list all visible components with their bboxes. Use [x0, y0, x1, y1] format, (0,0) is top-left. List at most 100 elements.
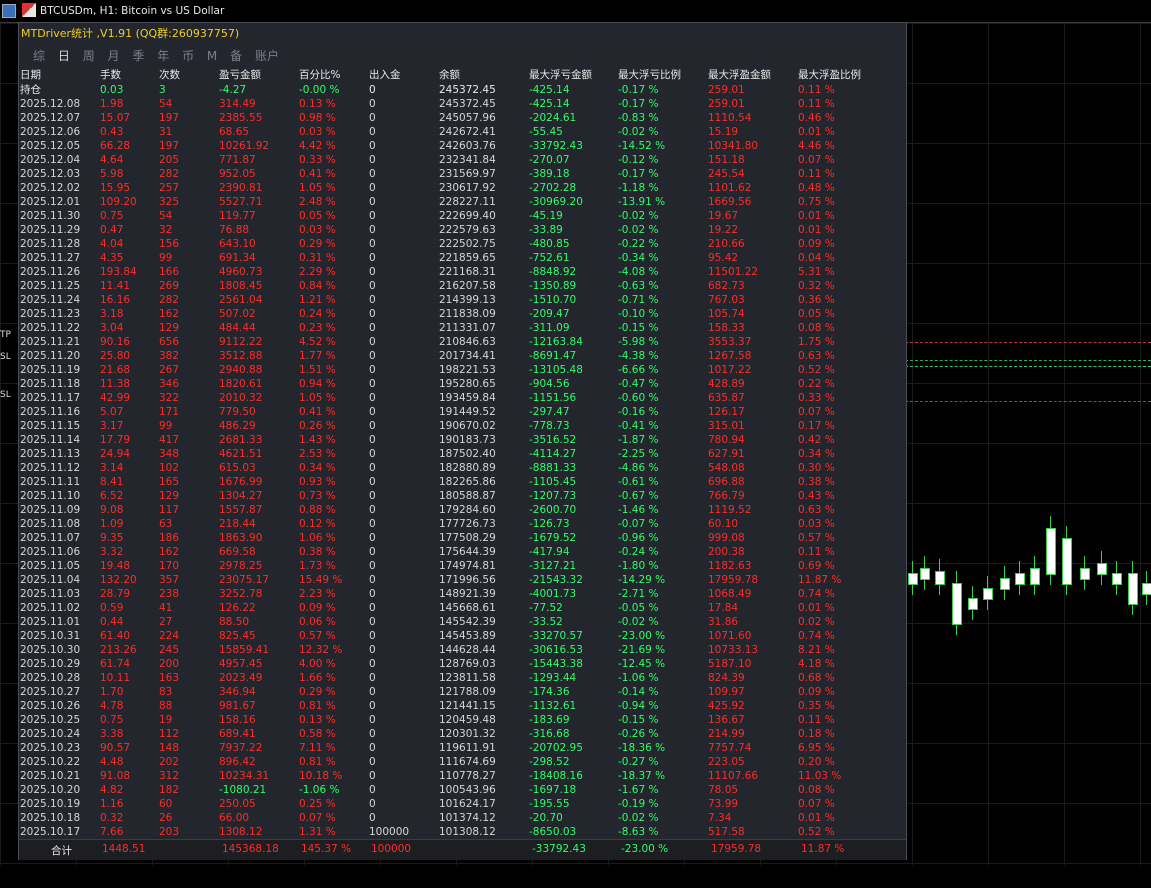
table-row[interactable]: 2025.10.31 61.40 224 825.45 0.57 % 0 145453.89… — [20, 629, 888, 643]
table-row[interactable]: 2025.12.01 109.20 325 5527.71 2.48 % 0 228227.… — [20, 195, 888, 209]
table-row[interactable]: 2025.10.20 4.82 182 -1080.21 -1.06 % 0 100543.… — [20, 783, 888, 797]
tab-quarterly[interactable]: 季 — [132, 47, 144, 64]
table-row[interactable]: 2025.11.27 4.35 99 691.34 0.31 % 0 221859.65 -7… — [20, 251, 888, 265]
holding-row[interactable]: 持仓 0.03 3 -4.27 -0.00 % 0 245372.45 -425.14 -0.1… — [20, 83, 888, 97]
cell-max-float-loss-pct: -0.17 % — [618, 84, 659, 96]
price-level-line[interactable] — [905, 360, 1151, 361]
table-row[interactable]: 2025.12.06 0.43 31 68.65 0.03 % 0 242672.41 -55… — [20, 125, 888, 139]
cell-profit: 15859.41 — [219, 644, 270, 656]
table-row[interactable]: 2025.11.26 193.84 166 4960.73 2.29 % 0 221168.… — [20, 265, 888, 279]
cell-max-float-loss: -30616.53 — [529, 644, 583, 656]
table-row[interactable]: 2025.11.06 3.32 162 669.58 0.38 % 0 175644.39 -… — [20, 545, 888, 559]
cell-max-float-profit-pct: 0.01 % — [798, 224, 835, 236]
table-row[interactable]: 2025.11.29 0.47 32 76.88 0.03 % 0 222579.63 -33… — [20, 223, 888, 237]
tab-symbol[interactable]: 币 — [182, 47, 194, 64]
cell-lots: 91.08 — [100, 770, 131, 782]
table-row[interactable]: 2025.10.17 7.66 203 1308.12 1.31 % 100000 1013… — [20, 825, 888, 839]
table-row[interactable]: 2025.11.02 0.59 41 126.22 0.09 % 0 145668.61 -7… — [20, 601, 888, 615]
cell-max-float-loss-pct: -1.46 % — [618, 504, 659, 516]
cell-date: 2025.10.19 — [20, 798, 81, 810]
cell-lots: 16.16 — [100, 294, 131, 306]
cell-max-float-loss-pct: -0.34 % — [618, 252, 659, 264]
tab-monthly[interactable]: 月 — [108, 47, 120, 64]
table-row[interactable]: 2025.12.04 4.64 205 771.87 0.33 % 0 232341.84 -… — [20, 153, 888, 167]
cell-date: 2025.11.17 — [20, 392, 81, 404]
table-row[interactable]: 2025.12.07 15.07 197 2385.55 0.98 % 0 245057.9… — [20, 111, 888, 125]
table-row[interactable]: 2025.11.04 132.20 357 23075.17 15.49 % 0 17199… — [20, 573, 888, 587]
table-row[interactable]: 2025.12.02 15.95 257 2390.81 1.05 % 0 230617.9… — [20, 181, 888, 195]
table-row[interactable]: 2025.11.07 9.35 186 1863.90 1.06 % 0 177508.29… — [20, 531, 888, 545]
col-max-float-profit[interactable]: 最大浮盈金额 — [708, 67, 798, 83]
table-row[interactable]: 2025.11.30 0.75 54 119.77 0.05 % 0 222699.40 -4… — [20, 209, 888, 223]
table-row[interactable]: 2025.11.01 0.44 27 88.50 0.06 % 0 145542.39 -33… — [20, 615, 888, 629]
tab-overview[interactable]: 综 — [33, 47, 45, 64]
table-row[interactable]: 2025.10.21 91.08 312 10234.31 10.18 % 0 110778… — [20, 769, 888, 783]
table-row[interactable]: 2025.12.03 5.98 282 952.05 0.41 % 0 231569.97 -… — [20, 167, 888, 181]
table-row[interactable]: 2025.10.23 90.57 148 7937.22 7.11 % 0 119611.9… — [20, 741, 888, 755]
table-row[interactable]: 2025.11.12 3.14 102 615.03 0.34 % 0 182880.89 -… — [20, 461, 888, 475]
tab-magic[interactable]: M — [207, 49, 217, 63]
table-row[interactable]: 2025.11.15 3.17 99 486.29 0.26 % 0 190670.02 -7… — [20, 419, 888, 433]
cell-date: 2025.11.12 — [20, 462, 81, 474]
col-deposit[interactable]: 出入金 — [369, 67, 439, 83]
table-row[interactable]: 2025.11.22 3.04 129 484.44 0.23 % 0 211331.07 -… — [20, 321, 888, 335]
table-row[interactable]: 2025.10.19 1.16 60 250.05 0.25 % 0 101624.17 -1… — [20, 797, 888, 811]
table-row[interactable]: 2025.12.05 66.28 197 10261.92 4.42 % 0 242603.… — [20, 139, 888, 153]
table-row[interactable]: 2025.10.29 61.74 200 4957.45 4.00 % 0 128769.0… — [20, 657, 888, 671]
col-max-float-profit-pct[interactable]: 最大浮盈比例 — [798, 67, 888, 83]
tab-yearly[interactable]: 年 — [157, 47, 169, 64]
col-balance[interactable]: 余额 — [439, 67, 529, 83]
table-row[interactable]: 2025.11.17 42.99 322 2010.32 1.05 % 0 193459.8… — [20, 391, 888, 405]
table-row[interactable]: 2025.11.10 6.52 129 1304.27 0.73 % 0 180588.87… — [20, 489, 888, 503]
table-row[interactable]: 2025.11.21 90.16 656 9112.22 4.52 % 0 210846.6… — [20, 335, 888, 349]
table-row[interactable]: 2025.11.19 21.68 267 2940.88 1.51 % 0 198221.5… — [20, 363, 888, 377]
col-date[interactable]: 日期 — [20, 67, 100, 83]
price-level-line[interactable] — [905, 366, 1151, 367]
table-row[interactable]: 2025.11.03 28.79 238 3252.78 2.23 % 0 148921.3… — [20, 587, 888, 601]
cell-lots: 1.16 — [100, 798, 124, 810]
col-max-float-loss[interactable]: 最大浮亏金额 — [529, 67, 618, 83]
sl-level-line[interactable] — [905, 401, 1151, 402]
table-row[interactable]: 2025.11.24 16.16 282 2561.04 1.21 % 0 214399.1… — [20, 293, 888, 307]
table-row[interactable]: 2025.10.28 10.11 163 2023.49 1.66 % 0 123811.5… — [20, 671, 888, 685]
table-row[interactable]: 2025.11.05 19.48 170 2978.25 1.73 % 0 174974.8… — [20, 559, 888, 573]
table-row[interactable]: 2025.12.08 1.98 54 314.49 0.13 % 0 245372.45 -4… — [20, 97, 888, 111]
table-row[interactable]: 2025.10.30 213.26 245 15859.41 12.32 % 0 14462… — [20, 643, 888, 657]
table-row[interactable]: 2025.11.25 11.41 269 1808.45 0.84 % 0 216207.5… — [20, 279, 888, 293]
cell-date: 2025.11.10 — [20, 490, 81, 502]
cell-max-float-profit-pct: 0.69 % — [798, 560, 835, 572]
table-row[interactable]: 2025.11.08 1.09 63 218.44 0.12 % 0 177726.73 -1… — [20, 517, 888, 531]
table-row[interactable]: 2025.11.14 17.79 417 2681.33 1.43 % 0 190183.7… — [20, 433, 888, 447]
table-row[interactable]: 2025.11.23 3.18 162 507.02 0.24 % 0 211838.09 -… — [20, 307, 888, 321]
tp-level-line[interactable] — [905, 342, 1151, 343]
cell-max-float-profit: 999.08 — [708, 532, 745, 544]
table-row[interactable]: 2025.11.13 24.94 348 4621.51 2.53 % 0 187502.4… — [20, 447, 888, 461]
window-menu-icon[interactable] — [2, 4, 16, 18]
col-percent[interactable]: 百分比% — [299, 67, 369, 83]
cell-balance: 145453.89 — [439, 630, 496, 642]
table-row[interactable]: 2025.11.18 11.38 346 1820.61 0.94 % 0 195280.6… — [20, 377, 888, 391]
cell-max-float-profit-pct: 0.02 % — [798, 616, 835, 628]
table-row[interactable]: 2025.10.18 0.32 26 66.00 0.07 % 0 101374.12 -20… — [20, 811, 888, 825]
tab-weekly[interactable]: 周 — [83, 47, 95, 64]
table-row[interactable]: 2025.11.20 25.80 382 3512.88 1.77 % 0 201734.4… — [20, 349, 888, 363]
table-row[interactable]: 2025.11.11 8.41 165 1676.99 0.93 % 0 182265.86… — [20, 475, 888, 489]
table-row[interactable]: 2025.11.09 9.08 117 1557.87 0.88 % 0 179284.60… — [20, 503, 888, 517]
cell-deposit: 0 — [369, 532, 376, 544]
tab-notes[interactable]: 备 — [230, 47, 242, 64]
table-row[interactable]: 2025.10.25 0.75 19 158.16 0.13 % 0 120459.48 -1… — [20, 713, 888, 727]
tab-account[interactable]: 账户 — [255, 47, 279, 64]
table-row[interactable]: 2025.10.22 4.48 202 896.42 0.81 % 0 111674.69 -… — [20, 755, 888, 769]
col-profit[interactable]: 盈亏金额 — [219, 67, 299, 83]
table-row[interactable]: 2025.11.28 4.04 156 643.10 0.29 % 0 222502.75 -… — [20, 237, 888, 251]
table-row[interactable]: 2025.10.26 4.78 88 981.67 0.81 % 0 121441.15 -1… — [20, 699, 888, 713]
cell-date: 2025.11.11 — [20, 476, 81, 488]
col-max-float-loss-pct[interactable]: 最大浮亏比例 — [618, 67, 708, 83]
col-trades[interactable]: 次数 — [159, 67, 219, 83]
table-row[interactable]: 2025.10.24 3.38 112 689.41 0.58 % 0 120301.32 -… — [20, 727, 888, 741]
table-row[interactable]: 2025.11.16 5.07 171 779.50 0.41 % 0 191449.52 -… — [20, 405, 888, 419]
col-lots[interactable]: 手数 — [100, 67, 159, 83]
tab-daily[interactable]: 日 — [58, 47, 70, 64]
cell-deposit: 0 — [369, 406, 376, 418]
table-row[interactable]: 2025.10.27 1.70 83 346.94 0.29 % 0 121788.09 -1… — [20, 685, 888, 699]
